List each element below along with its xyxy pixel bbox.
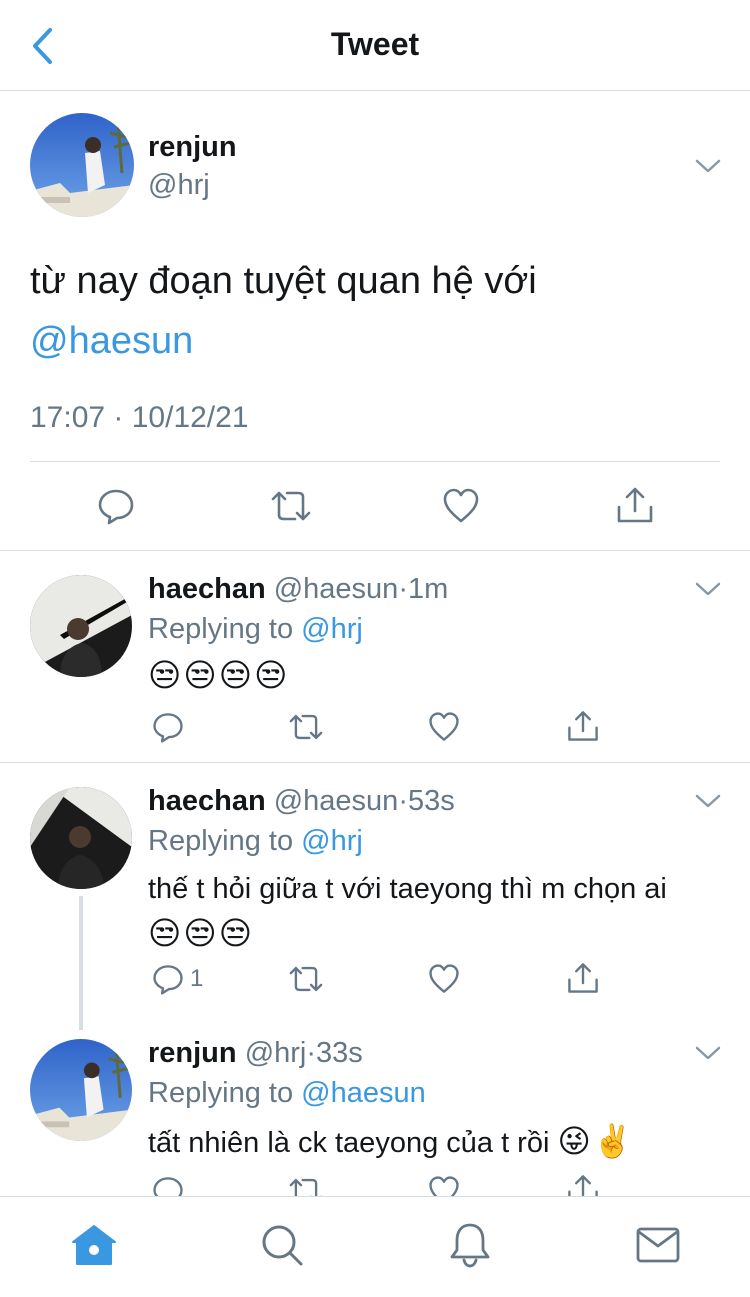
chevron-down-icon[interactable] xyxy=(693,791,723,811)
reply-header: renjun @hrj·33s xyxy=(148,1037,363,1070)
reply-body: thế t hỏi giữa t với taeyong thì m chọn … xyxy=(148,873,667,905)
home-icon xyxy=(72,1225,116,1265)
share-icon xyxy=(568,711,598,741)
avatar-image xyxy=(30,787,132,889)
main-tweet: renjun @hrj từ nay đoạn tuyệt quan hệ vớ… xyxy=(0,91,750,551)
replying-to: Replying to @hrj xyxy=(148,825,363,858)
avatar[interactable] xyxy=(30,1039,132,1141)
reply-author-handle[interactable]: @hrj xyxy=(245,1037,307,1069)
emoji-group: 😒😒😒😒 xyxy=(148,657,290,693)
avatar[interactable] xyxy=(30,113,134,217)
reply-button[interactable] xyxy=(152,1175,184,1196)
comment-icon xyxy=(98,489,134,525)
avatar-image xyxy=(30,113,134,217)
retweet-icon xyxy=(289,1178,322,1196)
chevron-down-icon[interactable] xyxy=(693,579,723,599)
reply-body: tất nhiên là ck taeyong của t rồi xyxy=(148,1127,550,1159)
like-button[interactable] xyxy=(442,487,480,525)
page-title: Tweet xyxy=(330,26,420,62)
chevron-down-icon[interactable] xyxy=(693,156,723,176)
retweet-icon xyxy=(289,966,323,992)
retweet-button[interactable] xyxy=(287,1175,325,1196)
reply-tweet[interactable]: renjun @hrj·33s Replying to @haesun tất … xyxy=(0,1015,750,1196)
mention-link[interactable]: @haesun xyxy=(30,320,193,362)
replying-to: Replying to @hrj xyxy=(148,613,363,646)
heart-icon xyxy=(429,964,459,993)
emoji-group: 😒😒😒 xyxy=(148,915,255,951)
reply-author-handle[interactable]: @haesun xyxy=(274,785,399,817)
reply-tweet[interactable]: haechan @haesun·53s Replying to @hrj thế… xyxy=(0,763,750,1023)
reply-button[interactable] xyxy=(152,711,184,743)
like-button[interactable] xyxy=(428,711,460,743)
comment-icon xyxy=(153,1177,183,1196)
reply-tweet[interactable]: haechan @haesun·1m Replying to @hrj 😒😒😒😒 xyxy=(0,551,750,762)
avatar-image xyxy=(30,1039,132,1141)
author-handle[interactable]: @hrj xyxy=(148,169,210,202)
reply-count: 1 xyxy=(190,965,204,992)
heart-icon xyxy=(443,488,479,523)
share-icon xyxy=(617,487,653,523)
avatar[interactable] xyxy=(30,575,132,677)
emoji-group: 😜✌️ xyxy=(557,1123,635,1159)
avatar-image xyxy=(30,575,132,677)
reply-author-name[interactable]: haechan xyxy=(148,573,266,605)
reply-author-name[interactable]: renjun xyxy=(148,1037,237,1069)
dot-separator: · xyxy=(398,573,408,605)
share-button[interactable] xyxy=(566,1173,600,1196)
top-nav-bar: Tweet xyxy=(0,0,750,91)
share-icon xyxy=(568,1175,598,1196)
share-icon xyxy=(568,963,598,993)
tab-home[interactable] xyxy=(64,1217,124,1273)
mention-link[interactable]: @hrj xyxy=(301,613,363,645)
author-name[interactable]: renjun xyxy=(148,131,237,164)
heart-icon xyxy=(429,1176,459,1196)
dot-separator: · xyxy=(398,785,408,817)
avatar[interactable] xyxy=(30,787,132,889)
replying-to-label: Replying to xyxy=(148,613,302,645)
comment-icon xyxy=(153,965,183,995)
reply-author-handle[interactable]: @haesun xyxy=(274,573,399,605)
retweet-button[interactable] xyxy=(287,711,325,743)
heart-icon xyxy=(429,712,459,741)
tweet-body: từ nay đoạn tuyệt quan hệ với xyxy=(30,260,537,302)
chevron-down-icon[interactable] xyxy=(693,1043,723,1063)
comment-icon xyxy=(153,713,183,743)
bell-icon xyxy=(450,1223,490,1268)
reply-text: 😒😒😒😒 xyxy=(148,653,708,699)
tweet-text: từ nay đoạn tuyệt quan hệ với @haesun xyxy=(30,251,720,371)
tab-notifications[interactable] xyxy=(440,1217,500,1273)
search-icon xyxy=(262,1225,303,1266)
reply-time: 1m xyxy=(408,573,449,605)
reply-button[interactable] xyxy=(97,487,135,525)
bottom-tab-bar xyxy=(0,1196,750,1297)
share-button[interactable] xyxy=(566,709,600,743)
reply-time: 33s xyxy=(316,1037,363,1069)
like-button[interactable] xyxy=(428,1175,460,1196)
reply-header: haechan @haesun·53s xyxy=(148,785,455,818)
retweet-button[interactable] xyxy=(287,963,325,995)
reply-text: thế t hỏi giữa t với taeyong thì m chọn … xyxy=(148,867,708,957)
dot-separator: · xyxy=(306,1037,317,1069)
reply-button[interactable]: 1 xyxy=(152,963,203,995)
replying-to-label: Replying to xyxy=(148,825,302,857)
mention-link[interactable]: @hrj xyxy=(301,825,363,857)
share-button[interactable] xyxy=(566,961,600,995)
reply-time: 53s xyxy=(408,785,455,817)
retweet-button[interactable] xyxy=(269,487,313,525)
reply-author-name[interactable]: haechan xyxy=(148,785,266,817)
tweet-timestamp: 17:07 · 10/12/21 xyxy=(30,401,249,434)
like-button[interactable] xyxy=(428,963,460,995)
retweet-icon xyxy=(289,714,323,740)
divider xyxy=(30,461,720,462)
retweet-icon xyxy=(271,491,311,521)
replying-to: Replying to @haesun xyxy=(148,1077,426,1110)
reply-text: tất nhiên là ck taeyong của t rồi 😜✌️ xyxy=(148,1119,728,1165)
tab-messages[interactable] xyxy=(628,1217,688,1273)
tab-search[interactable] xyxy=(252,1217,312,1273)
replying-to-label: Replying to xyxy=(148,1077,302,1109)
mail-icon xyxy=(636,1227,680,1263)
share-button[interactable] xyxy=(615,485,655,525)
reply-header: haechan @haesun·1m xyxy=(148,573,448,606)
mention-link[interactable]: @haesun xyxy=(301,1077,426,1109)
